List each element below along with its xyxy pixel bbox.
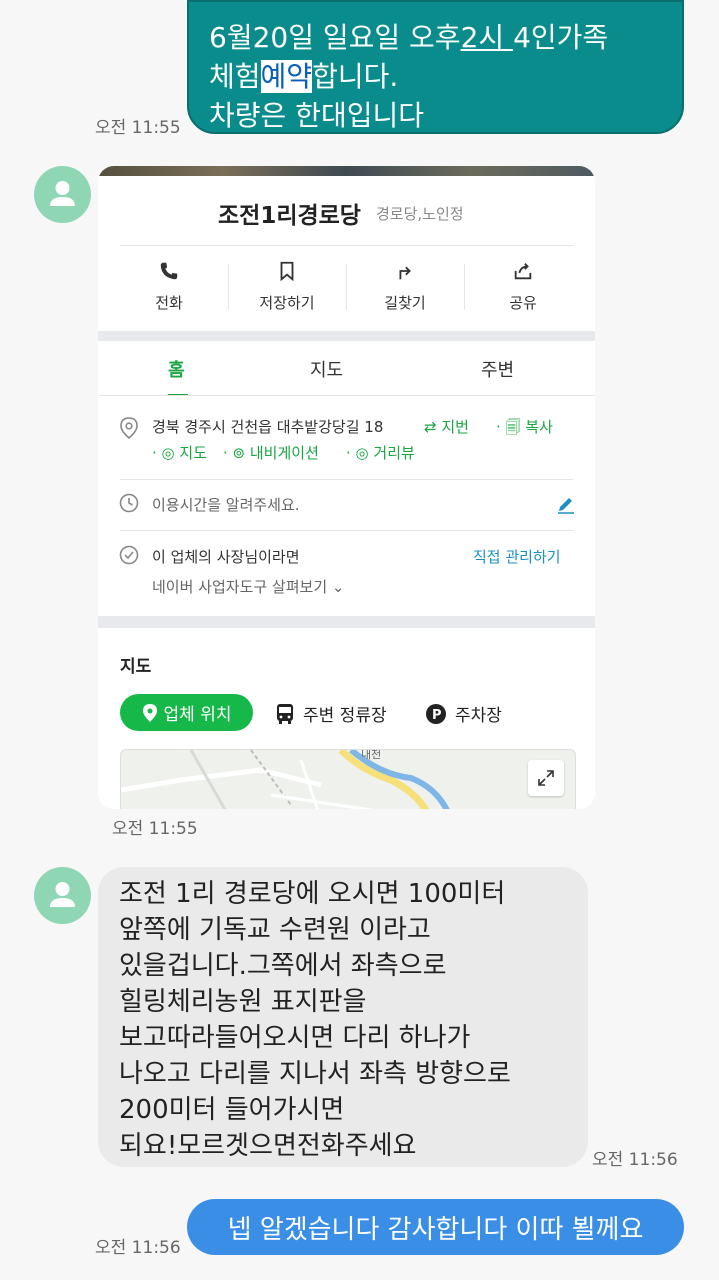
save-label: 저장하기 [259, 294, 315, 312]
copy-label: 복사 [525, 418, 553, 436]
message-line: 체험예약합니다. [209, 57, 662, 96]
map-section-title: 지도 [120, 657, 152, 677]
tab-map[interactable]: 지도 [310, 356, 343, 382]
chevron-down-icon: ⌄ [331, 578, 345, 596]
message-text: 4인가족 [513, 21, 609, 54]
message-text: 넵 알겠습니다 감사합니다 이따 뵐께요 [227, 1214, 644, 1245]
place-title: 조전1리경로당 [218, 203, 361, 229]
map-place-label: 내천 [361, 750, 381, 761]
map-graphic: 내천 [121, 750, 575, 809]
map-link[interactable]: · ◎ 지도 [152, 442, 207, 463]
person-icon [50, 181, 75, 206]
hours-prompt[interactable]: 이용시간을 알려주세요. [152, 494, 300, 515]
share-button[interactable]: 공유 [464, 260, 582, 313]
call-label: 전화 [155, 294, 183, 312]
business-tools-label: 네이버 사업자도구 살펴보기 [152, 578, 328, 596]
share-icon [514, 263, 532, 280]
place-address: 경북 경주시 건천읍 대추밭강당길 18 [152, 418, 384, 436]
bus-icon [277, 703, 293, 724]
message-text: 체험 [209, 60, 261, 93]
svg-text:P: P [432, 708, 442, 723]
business-location-chip[interactable]: 업체 위치 [120, 694, 253, 731]
person-icon [50, 882, 75, 907]
directions-icon [399, 266, 411, 280]
phone-icon [160, 262, 178, 280]
contact-avatar[interactable] [34, 166, 91, 223]
copy-link[interactable]: · 🗐 복사 [496, 416, 553, 442]
directions-label: 길찾기 [384, 294, 426, 312]
business-location-label: 업체 위치 [163, 705, 232, 725]
place-category: 경로당,노인정 [376, 205, 464, 223]
check-circle-icon [119, 545, 139, 565]
parking-chip[interactable]: P 주차장 [425, 701, 502, 726]
location-pin-icon [142, 703, 157, 722]
owner-text: 이 업체의 사장님이라면 [152, 548, 300, 566]
map-link-label: 지도 [179, 444, 208, 462]
nearby-stops-label: 주변 정류장 [303, 706, 387, 726]
clock-icon [119, 493, 139, 513]
expand-icon [538, 770, 554, 786]
incoming-message-bubble[interactable]: 조전 1리 경로당에 오시면 100미터 앞쪽에 기독교 수련원 이라고 있을겁… [98, 867, 588, 1167]
street-view-link[interactable]: · ◎ 거리뷰 [346, 442, 415, 463]
parking-icon: P [426, 703, 446, 724]
nearby-stops-chip[interactable]: 주변 정류장 [275, 701, 387, 726]
outgoing-message-bubble[interactable]: 넵 알겠습니다 감사합니다 이따 뵐께요 [187, 1199, 684, 1255]
message-line: 6월20일 일요일 오후2시 4인가족 [209, 18, 662, 57]
message-text: 6월20일 일요일 오후 [209, 21, 461, 54]
street-view-label: 거리뷰 [373, 444, 415, 462]
edit-pencil-icon[interactable] [556, 494, 576, 514]
message-timestamp: 오전 11:56 [592, 1150, 678, 1170]
place-card[interactable]: 조전1리경로당 경로당,노인정 전화 저장하기 길찾기 공유 홈 지도 주변 경… [98, 166, 595, 809]
map-preview[interactable]: 내천 [120, 749, 576, 809]
tab-nearby[interactable]: 주변 [481, 356, 514, 382]
outgoing-message-bubble[interactable]: 6월20일 일요일 오후2시 4인가족 체험예약합니다. 차량은 한대입니다 [187, 0, 684, 134]
message-timestamp: 오전 11:55 [112, 819, 198, 839]
jibeon-link[interactable]: ⇄ 지번 [424, 416, 469, 437]
message-line: 차량은 한대입니다 [209, 99, 424, 132]
place-photo-strip [98, 166, 595, 176]
parking-label: 주차장 [455, 706, 502, 726]
contact-avatar[interactable] [34, 867, 91, 924]
navigation-link[interactable]: · ⊚ 내비게이션 [223, 442, 319, 463]
selected-text[interactable]: 예약 [260, 60, 313, 93]
message-timestamp: 오전 11:56 [95, 1238, 181, 1258]
business-tools-link[interactable]: 네이버 사업자도구 살펴보기 ⌄ [152, 576, 345, 597]
tab-home[interactable]: 홈 [168, 356, 185, 382]
location-pin-icon [120, 417, 138, 439]
message-text: 합니다. [312, 60, 399, 93]
expand-map-button[interactable] [528, 760, 564, 796]
share-label: 공유 [509, 294, 537, 312]
message-text: 2시 [460, 21, 514, 54]
manage-directly-link[interactable]: 직접 관리하기 [473, 546, 561, 567]
save-button[interactable]: 저장하기 [228, 260, 346, 313]
jibeon-label: 지번 [441, 418, 469, 436]
bookmark-icon [280, 261, 294, 282]
message-timestamp: 오전 11:55 [95, 118, 181, 138]
directions-button[interactable]: 길찾기 [346, 260, 464, 313]
navigation-label: 내비게이션 [249, 444, 319, 462]
call-button[interactable]: 전화 [110, 260, 228, 313]
